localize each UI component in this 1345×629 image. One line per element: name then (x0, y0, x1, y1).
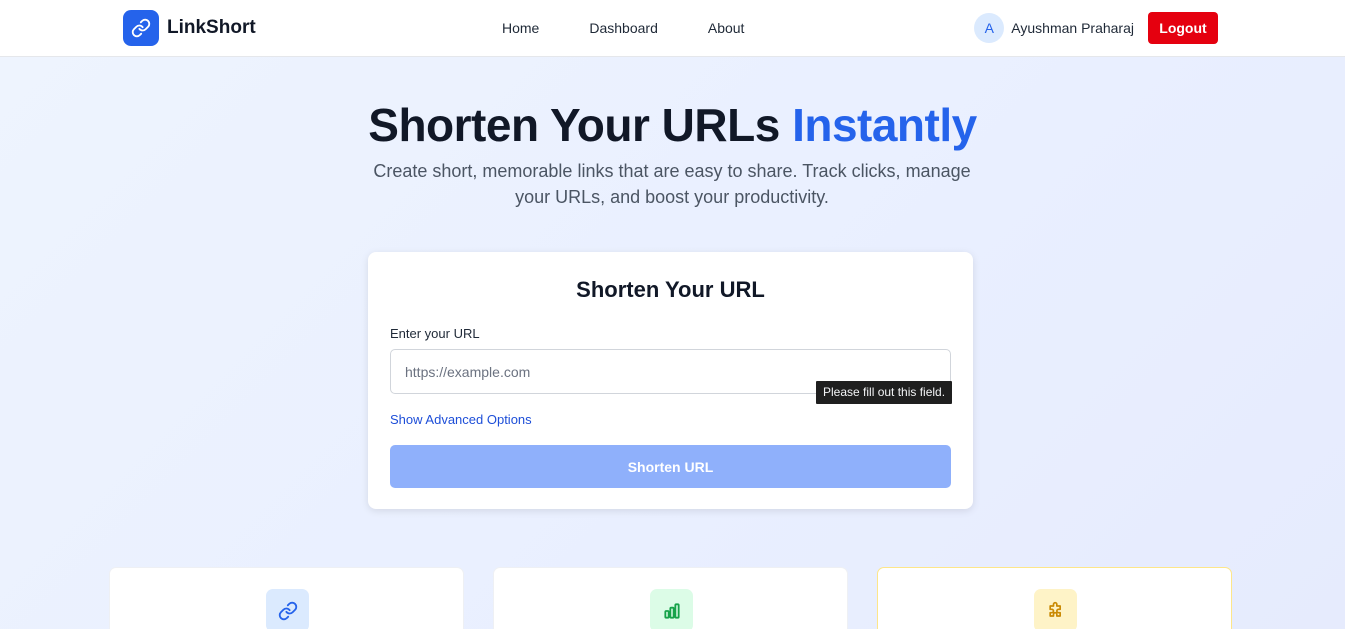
feature-card-extensions (877, 567, 1232, 629)
show-advanced-options-link[interactable]: Show Advanced Options (390, 412, 532, 427)
brand-name: LinkShort (167, 17, 256, 38)
url-field-label: Enter your URL (390, 326, 480, 341)
puzzle-icon (1034, 589, 1077, 629)
nav-about-link[interactable]: About (708, 20, 745, 36)
form-title: Shorten Your URL (576, 277, 765, 302)
main-nav: Home Dashboard About (502, 20, 744, 36)
hero-title: Shorten Your URLs Instantly (0, 98, 1345, 152)
link-icon (123, 10, 159, 46)
feature-card-analytics (493, 567, 848, 629)
logout-button[interactable]: Logout (1148, 12, 1218, 44)
nav-home-link[interactable]: Home (502, 20, 539, 36)
shorten-url-button[interactable]: Shorten URL (390, 445, 951, 488)
avatar: A (974, 13, 1005, 43)
hero-subtitle: Create short, memorable links that are e… (373, 161, 971, 207)
feature-card-links (109, 567, 464, 629)
navbar: LinkShort Home Dashboard About A Ayushma… (0, 0, 1345, 57)
brand[interactable]: LinkShort (123, 10, 256, 46)
link-icon (266, 589, 309, 629)
validation-tooltip: Please fill out this field. (816, 381, 953, 404)
bar-chart-icon (650, 589, 693, 629)
hero-title-main: Shorten Your URLs (368, 99, 793, 151)
user-name: Ayushman Praharaj (1011, 20, 1134, 36)
user-area: A Ayushman Praharaj Logout (974, 12, 1218, 44)
nav-dashboard-link[interactable]: Dashboard (589, 20, 658, 36)
hero-title-accent: Instantly (792, 99, 977, 151)
